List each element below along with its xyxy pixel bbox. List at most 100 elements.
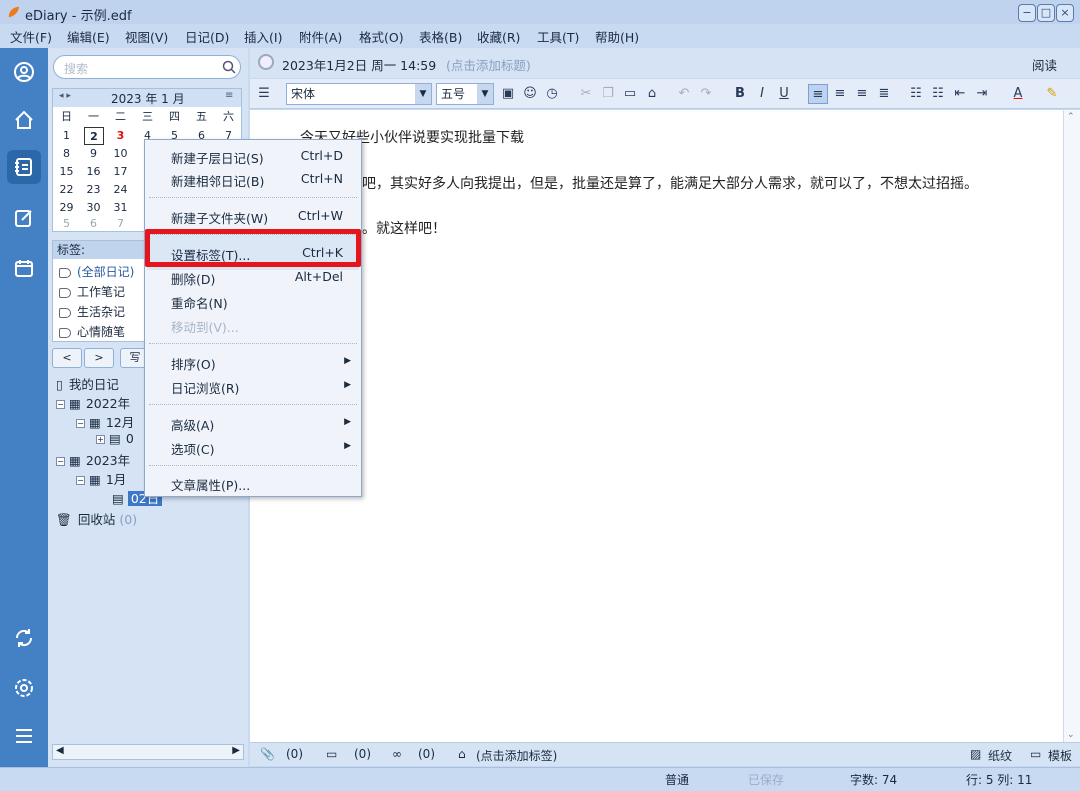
expand-icon[interactable]: +: [96, 435, 105, 444]
calendar-icon[interactable]: [10, 254, 38, 282]
scroll-right-icon[interactable]: ▶: [232, 745, 240, 756]
calendar-day[interactable]: 23: [80, 181, 107, 199]
calendar-prev-button[interactable]: ◂ ▸: [59, 91, 71, 101]
outdent-icon[interactable]: ⇤: [950, 84, 970, 104]
image-icon[interactable]: ▣: [498, 84, 518, 104]
indent-icon[interactable]: ⇥: [972, 84, 992, 104]
redo-icon[interactable]: ↷: [696, 84, 716, 104]
menu-item-new-child[interactable]: 新建子层日记(S): [171, 148, 264, 167]
highlight-color-icon[interactable]: ✎: [1042, 84, 1062, 104]
bold-icon[interactable]: B: [730, 84, 750, 104]
font-color-icon[interactable]: A: [1008, 84, 1028, 104]
prev-button[interactable]: <: [52, 348, 82, 368]
scroll-down-icon[interactable]: ⌄: [1067, 730, 1075, 740]
align-left-icon[interactable]: ≡: [808, 84, 828, 104]
comment-icon[interactable]: ▭: [326, 747, 337, 761]
hamburger-menu-icon[interactable]: [10, 722, 38, 750]
close-button[interactable]: ×: [1056, 4, 1074, 22]
tag-item-mood[interactable]: 心情随笔: [59, 323, 125, 340]
paper-texture-icon[interactable]: ▨: [970, 747, 981, 761]
tag-item-all[interactable]: (全部日记): [59, 263, 134, 280]
undo-icon[interactable]: ↶: [674, 84, 694, 104]
tag-item-life[interactable]: 生活杂记: [59, 303, 125, 320]
title-placeholder[interactable]: (点击添加标题): [446, 55, 531, 74]
menu-file[interactable]: 文件(F): [10, 27, 52, 46]
calendar-day[interactable]: 8: [53, 145, 80, 163]
collapse-icon[interactable]: −: [56, 400, 65, 409]
menu-item-sort[interactable]: 排序(O): [171, 354, 216, 373]
sync-icon[interactable]: [10, 624, 38, 652]
collapse-icon[interactable]: −: [56, 457, 65, 466]
home-icon[interactable]: [10, 106, 38, 134]
menu-format[interactable]: 格式(O): [359, 27, 404, 46]
link-icon[interactable]: ∞: [392, 747, 402, 761]
calendar-day[interactable]: 17: [107, 163, 134, 181]
cut-icon[interactable]: ✂: [576, 84, 596, 104]
menu-item-advanced[interactable]: 高级(A): [171, 415, 214, 434]
dropdown-arrow-icon[interactable]: ▼: [477, 84, 493, 104]
menu-item-rename[interactable]: 重命名(N): [171, 293, 228, 312]
tag-item-work[interactable]: 工作笔记: [59, 283, 125, 300]
settings-gear-icon[interactable]: [10, 674, 38, 702]
underline-icon[interactable]: U: [774, 84, 794, 104]
copy-icon[interactable]: ❐: [598, 84, 618, 104]
tree-year-2023[interactable]: − ▦ 2023年: [56, 450, 130, 469]
calendar-day-next-month[interactable]: 5: [53, 215, 80, 233]
outline-icon[interactable]: ☰: [254, 84, 274, 104]
calendar-day-next-month[interactable]: 7: [107, 215, 134, 233]
menu-help[interactable]: 帮助(H): [595, 27, 639, 46]
justify-icon[interactable]: ≣: [874, 84, 894, 104]
read-mode-button[interactable]: 阅读: [1032, 55, 1057, 74]
next-button[interactable]: >: [84, 348, 114, 368]
menu-table[interactable]: 表格(B): [419, 27, 462, 46]
edit-note-icon[interactable]: [10, 204, 38, 232]
align-center-icon[interactable]: ≡: [830, 84, 850, 104]
menu-tools[interactable]: 工具(T): [537, 27, 579, 46]
paste-icon[interactable]: ▭: [620, 84, 640, 104]
collapse-icon[interactable]: −: [76, 419, 85, 428]
menu-edit[interactable]: 编辑(E): [67, 27, 110, 46]
tree-month-1[interactable]: − ▦ 1月: [76, 469, 126, 488]
tree-root[interactable]: ▯ 我的日记: [56, 374, 119, 393]
menu-attachment[interactable]: 附件(A): [299, 27, 342, 46]
dropdown-arrow-icon[interactable]: ▼: [415, 84, 431, 104]
attachment-icon[interactable]: 📎: [260, 747, 275, 761]
menu-item-new-sibling[interactable]: 新建相邻日记(B): [171, 171, 264, 190]
add-tag-button[interactable]: (点击添加标签): [476, 747, 557, 764]
emoji-icon[interactable]: ☺: [520, 84, 540, 104]
minimize-button[interactable]: −: [1018, 4, 1036, 22]
align-right-icon[interactable]: ≡: [852, 84, 872, 104]
font-size-select[interactable]: 五号 ▼: [436, 83, 494, 105]
menu-view[interactable]: 视图(V): [125, 27, 168, 46]
diary-book-icon[interactable]: [7, 150, 41, 184]
calendar-day[interactable]: 22: [53, 181, 80, 199]
calendar-day-selected[interactable]: 2: [84, 127, 104, 145]
weather-icon[interactable]: [258, 54, 274, 70]
calendar-day[interactable]: 1: [53, 127, 80, 145]
collapse-icon[interactable]: −: [76, 476, 85, 485]
tree-year-2022[interactable]: − ▦ 2022年: [56, 393, 130, 412]
numbered-list-icon[interactable]: ☷: [928, 84, 948, 104]
search-icon[interactable]: [222, 60, 236, 74]
maximize-button[interactable]: □: [1037, 4, 1055, 22]
clock-icon[interactable]: ◷: [542, 84, 562, 104]
tree-month-12[interactable]: − ▦ 12月: [76, 412, 134, 431]
menu-item-delete[interactable]: 删除(D): [171, 269, 215, 288]
calendar-menu-icon[interactable]: ≡: [225, 90, 233, 101]
tree-recycle-bin[interactable]: 🗑 回收站 (0): [56, 509, 137, 528]
tree-day-item[interactable]: + ▤ 0: [96, 431, 134, 446]
calendar-day[interactable]: 24: [107, 181, 134, 199]
bullet-list-icon[interactable]: ☷: [906, 84, 926, 104]
menu-item-options[interactable]: 选项(C): [171, 439, 214, 458]
sidebar-horizontal-scrollbar[interactable]: ◀ ▶: [52, 744, 244, 760]
scroll-left-icon[interactable]: ◀: [56, 745, 64, 756]
editor-content[interactable]: 今天又好些小伙伴说要实现批量下载 吧，其实好多人向我提出，但是，批量还是算了，能…: [250, 110, 1080, 742]
calendar-day-today[interactable]: 3: [107, 127, 134, 145]
calendar-day[interactable]: 9: [80, 145, 107, 163]
search-input[interactable]: 搜索: [53, 55, 241, 79]
font-select[interactable]: 宋体 ▼: [286, 83, 432, 105]
calendar-day[interactable]: 16: [80, 163, 107, 181]
template-button[interactable]: 模板: [1048, 747, 1072, 764]
menu-item-browse[interactable]: 日记浏览(R): [171, 378, 239, 397]
editor-vertical-scrollbar[interactable]: ⌃ ⌄: [1063, 110, 1080, 742]
